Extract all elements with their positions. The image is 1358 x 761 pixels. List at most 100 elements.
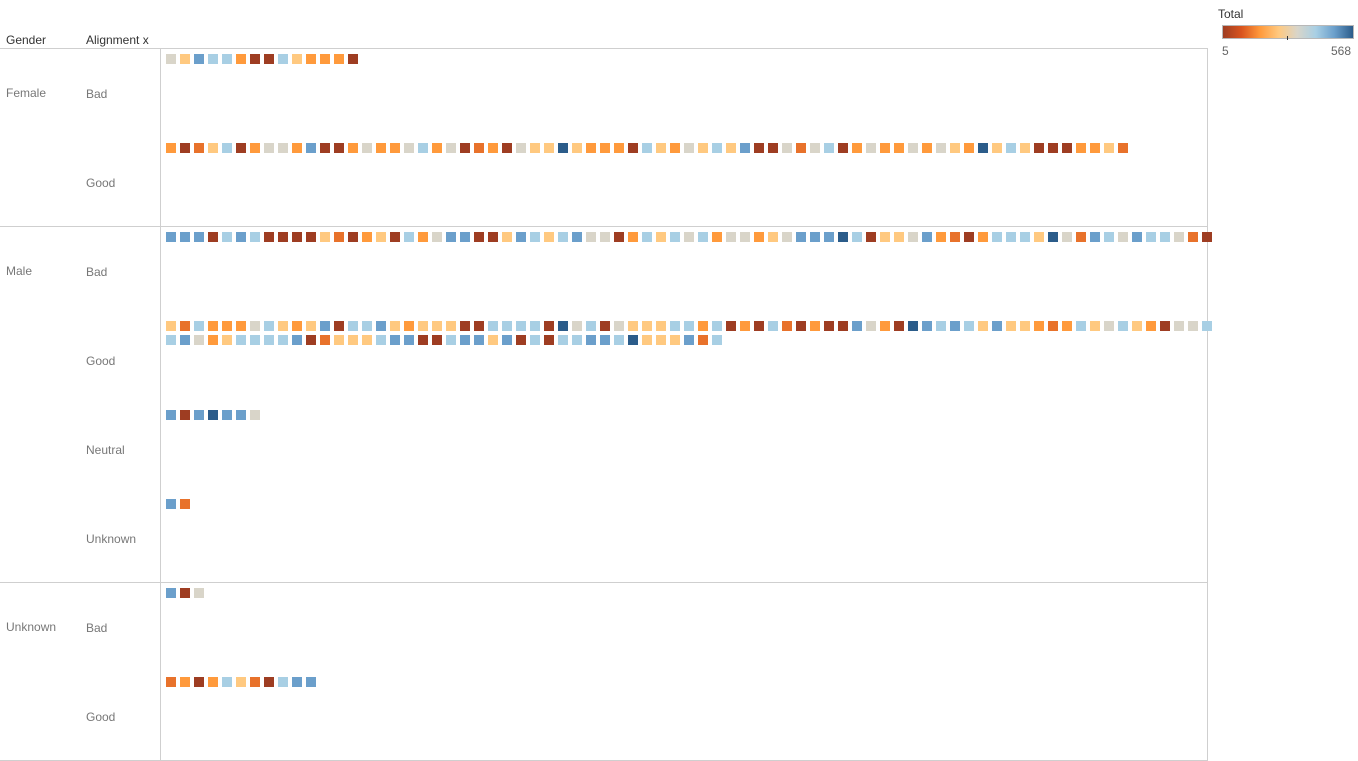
mark-male-good-60[interactable]: [1006, 321, 1016, 331]
mark-male-good-112[interactable]: [684, 335, 694, 345]
mark-male-good-83[interactable]: [278, 335, 288, 345]
mark-male-bad-67[interactable]: [1104, 232, 1114, 242]
mark-female-bad-12[interactable]: [334, 54, 344, 64]
mark-female-bad-1[interactable]: [180, 54, 190, 64]
mark-female-good-31[interactable]: [600, 143, 610, 153]
mark-male-good-105[interactable]: [586, 335, 596, 345]
mark-female-good-1[interactable]: [180, 143, 190, 153]
mark-female-good-39[interactable]: [712, 143, 722, 153]
mark-female-good-49[interactable]: [852, 143, 862, 153]
mark-male-good-113[interactable]: [698, 335, 708, 345]
mark-unknown-good-6[interactable]: [250, 677, 260, 687]
mark-male-bad-2[interactable]: [194, 232, 204, 242]
mark-male-good-57[interactable]: [964, 321, 974, 331]
mark-male-bad-71[interactable]: [1160, 232, 1170, 242]
mark-unknown-good-9[interactable]: [292, 677, 302, 687]
mark-male-good-0[interactable]: [166, 321, 176, 331]
mark-male-good-34[interactable]: [642, 321, 652, 331]
mark-female-good-20[interactable]: [446, 143, 456, 153]
mark-unknown-good-3[interactable]: [208, 677, 218, 687]
mark-male-good-92[interactable]: [404, 335, 414, 345]
mark-male-bad-62[interactable]: [1034, 232, 1044, 242]
mark-male-good-8[interactable]: [278, 321, 288, 331]
mark-male-good-30[interactable]: [586, 321, 596, 331]
mark-unknown-good-5[interactable]: [236, 677, 246, 687]
mark-female-good-47[interactable]: [824, 143, 834, 153]
mark-unknown-bad-1[interactable]: [180, 588, 190, 598]
mark-male-good-1[interactable]: [180, 321, 190, 331]
mark-female-bad-13[interactable]: [348, 54, 358, 64]
mark-male-bad-23[interactable]: [488, 232, 498, 242]
mark-male-bad-52[interactable]: [894, 232, 904, 242]
mark-female-bad-2[interactable]: [194, 54, 204, 64]
mark-male-good-22[interactable]: [474, 321, 484, 331]
mark-female-good-35[interactable]: [656, 143, 666, 153]
mark-male-good-70[interactable]: [1146, 321, 1156, 331]
mark-female-good-66[interactable]: [1090, 143, 1100, 153]
mark-male-good-15[interactable]: [376, 321, 386, 331]
mark-male-good-103[interactable]: [558, 335, 568, 345]
mark-male-bad-73[interactable]: [1188, 232, 1198, 242]
mark-male-good-99[interactable]: [502, 335, 512, 345]
mark-male-good-69[interactable]: [1132, 321, 1142, 331]
mark-male-neutral-6[interactable]: [250, 410, 260, 420]
mark-female-good-9[interactable]: [292, 143, 302, 153]
mark-male-bad-65[interactable]: [1076, 232, 1086, 242]
mark-male-bad-63[interactable]: [1048, 232, 1058, 242]
mark-female-good-63[interactable]: [1048, 143, 1058, 153]
mark-male-good-84[interactable]: [292, 335, 302, 345]
mark-male-good-61[interactable]: [1020, 321, 1030, 331]
mark-male-neutral-2[interactable]: [194, 410, 204, 420]
mark-female-good-56[interactable]: [950, 143, 960, 153]
mark-male-unknown-1[interactable]: [180, 499, 190, 509]
mark-male-bad-15[interactable]: [376, 232, 386, 242]
mark-female-good-46[interactable]: [810, 143, 820, 153]
mark-female-bad-10[interactable]: [306, 54, 316, 64]
mark-female-good-19[interactable]: [432, 143, 442, 153]
mark-male-good-58[interactable]: [978, 321, 988, 331]
mark-male-good-32[interactable]: [614, 321, 624, 331]
mark-male-bad-5[interactable]: [236, 232, 246, 242]
mark-female-bad-6[interactable]: [250, 54, 260, 64]
mark-female-good-62[interactable]: [1034, 143, 1044, 153]
mark-male-good-47[interactable]: [824, 321, 834, 331]
mark-male-good-91[interactable]: [390, 335, 400, 345]
mark-male-bad-69[interactable]: [1132, 232, 1142, 242]
mark-female-bad-8[interactable]: [278, 54, 288, 64]
mark-female-good-32[interactable]: [614, 143, 624, 153]
mark-male-good-64[interactable]: [1062, 321, 1072, 331]
mark-male-good-107[interactable]: [614, 335, 624, 345]
mark-female-good-57[interactable]: [964, 143, 974, 153]
mark-male-good-48[interactable]: [838, 321, 848, 331]
mark-female-good-26[interactable]: [530, 143, 540, 153]
mark-male-bad-25[interactable]: [516, 232, 526, 242]
mark-male-bad-11[interactable]: [320, 232, 330, 242]
mark-male-good-102[interactable]: [544, 335, 554, 345]
mark-male-good-54[interactable]: [922, 321, 932, 331]
mark-male-bad-42[interactable]: [754, 232, 764, 242]
mark-female-good-44[interactable]: [782, 143, 792, 153]
mark-female-good-61[interactable]: [1020, 143, 1030, 153]
mark-male-good-38[interactable]: [698, 321, 708, 331]
mark-female-good-65[interactable]: [1076, 143, 1086, 153]
mark-male-bad-10[interactable]: [306, 232, 316, 242]
mark-male-bad-7[interactable]: [264, 232, 274, 242]
mark-male-good-109[interactable]: [642, 335, 652, 345]
mark-female-good-6[interactable]: [250, 143, 260, 153]
mark-unknown-bad-0[interactable]: [166, 588, 176, 598]
mark-male-bad-56[interactable]: [950, 232, 960, 242]
mark-female-good-33[interactable]: [628, 143, 638, 153]
mark-unknown-good-8[interactable]: [278, 677, 288, 687]
mark-female-good-67[interactable]: [1104, 143, 1114, 153]
mark-male-bad-14[interactable]: [362, 232, 372, 242]
mark-male-good-19[interactable]: [432, 321, 442, 331]
mark-male-bad-16[interactable]: [390, 232, 400, 242]
mark-male-bad-72[interactable]: [1174, 232, 1184, 242]
mark-female-bad-11[interactable]: [320, 54, 330, 64]
mark-male-good-12[interactable]: [334, 321, 344, 331]
mark-female-good-14[interactable]: [362, 143, 372, 153]
mark-female-good-52[interactable]: [894, 143, 904, 153]
mark-female-good-40[interactable]: [726, 143, 736, 153]
mark-male-good-88[interactable]: [348, 335, 358, 345]
mark-male-bad-31[interactable]: [600, 232, 610, 242]
